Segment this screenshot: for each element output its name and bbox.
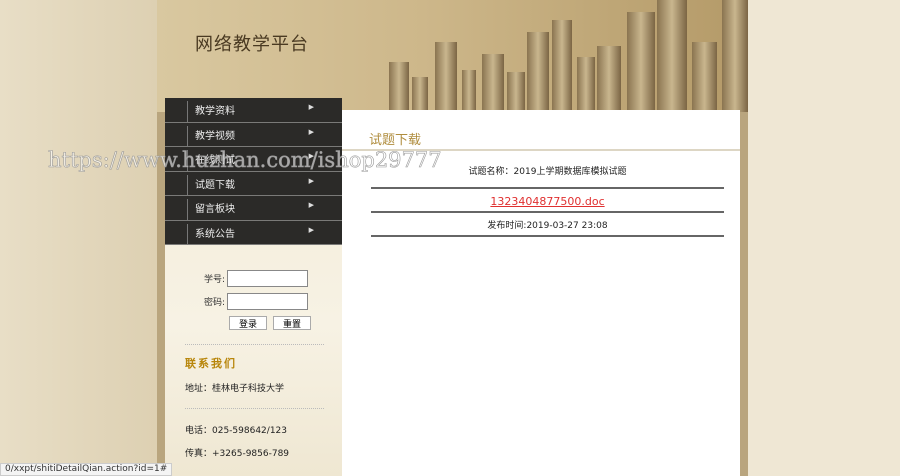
page-background-right <box>748 0 900 476</box>
menu-label: 在线测试 <box>195 155 235 167</box>
password-label: 密码: <box>203 298 225 308</box>
contact-title: 联系我们 <box>185 357 237 370</box>
menu-label: 试题下载 <box>195 179 235 191</box>
contact-address: 地址：桂林电子科技大学 <box>185 384 285 394</box>
reset-button[interactable]: 重置 <box>273 316 311 330</box>
contact-fax: 传真：+3265-9856-789 <box>185 449 290 459</box>
arrow-right-icon: ▶ <box>308 225 314 234</box>
site-title: 网络教学平台 <box>195 34 309 55</box>
menu-item-materials[interactable]: 教学资料 ▶ <box>165 98 342 123</box>
arrow-right-icon: ▶ <box>308 152 314 160</box>
menu-label: 系统公告 <box>195 228 235 240</box>
contact-phone: 电话：025-598642/123 <box>185 426 287 436</box>
main-content: 试题下载 试题名称：2019上学期数据库模拟试题 1323404877500.d… <box>342 110 740 476</box>
status-bar-url: 0/xxpt/shitiDetailQian.action?id=1# <box>0 463 173 476</box>
sidebar: 教学资料 ▶ 教学视频 ▶ 在线测试 ▶ 试题下载 ▶ 留言板块 ▶ 系统公告 ▶ 学号: … <box>165 98 342 476</box>
student-id-label: 学号: <box>203 275 225 285</box>
arrow-right-icon: ▶ <box>308 103 314 111</box>
arrow-right-icon: ▶ <box>308 127 314 136</box>
menu-item-videos[interactable]: 教学视频 ▶ <box>165 123 342 147</box>
login-form: 学号: 密码: 登录 重置 <box>165 245 342 330</box>
menu-item-downloads[interactable]: 试题下载 ▶ <box>165 172 342 196</box>
password-input[interactable] <box>227 293 308 310</box>
login-button[interactable]: 登录 <box>229 316 267 330</box>
menu-item-announcements[interactable]: 系统公告 ▶ <box>165 221 342 245</box>
menu-label: 留言板块 <box>195 204 235 216</box>
exam-name: 试题名称：2019上学期数据库模拟试题 <box>371 165 724 189</box>
menu-item-online-test[interactable]: 在线测试 ▶ <box>165 147 342 172</box>
download-file-link[interactable]: 1323404877500.doc <box>490 195 604 208</box>
header-banner: 网络教学平台 <box>157 0 748 112</box>
divider <box>185 408 324 409</box>
menu-label: 教学视频 <box>195 130 235 142</box>
student-id-input[interactable] <box>227 270 308 287</box>
download-detail: 试题名称：2019上学期数据库模拟试题 1323404877500.doc 发布… <box>371 165 724 237</box>
nav-menu: 教学资料 ▶ 教学视频 ▶ 在线测试 ▶ 试题下载 ▶ 留言板块 ▶ 系统公告 ▶ <box>165 98 342 245</box>
title-divider <box>342 149 740 151</box>
publish-time: 发布时间:2019-03-27 23:08 <box>371 213 724 237</box>
menu-label: 教学资料 <box>195 106 235 118</box>
page-background-left <box>0 0 157 476</box>
page-title: 试题下载 <box>369 133 422 148</box>
arrow-right-icon: ▶ <box>308 176 314 185</box>
menu-item-messages[interactable]: 留言板块 ▶ <box>165 196 342 221</box>
arrow-right-icon: ▶ <box>308 201 314 209</box>
divider <box>185 344 324 345</box>
